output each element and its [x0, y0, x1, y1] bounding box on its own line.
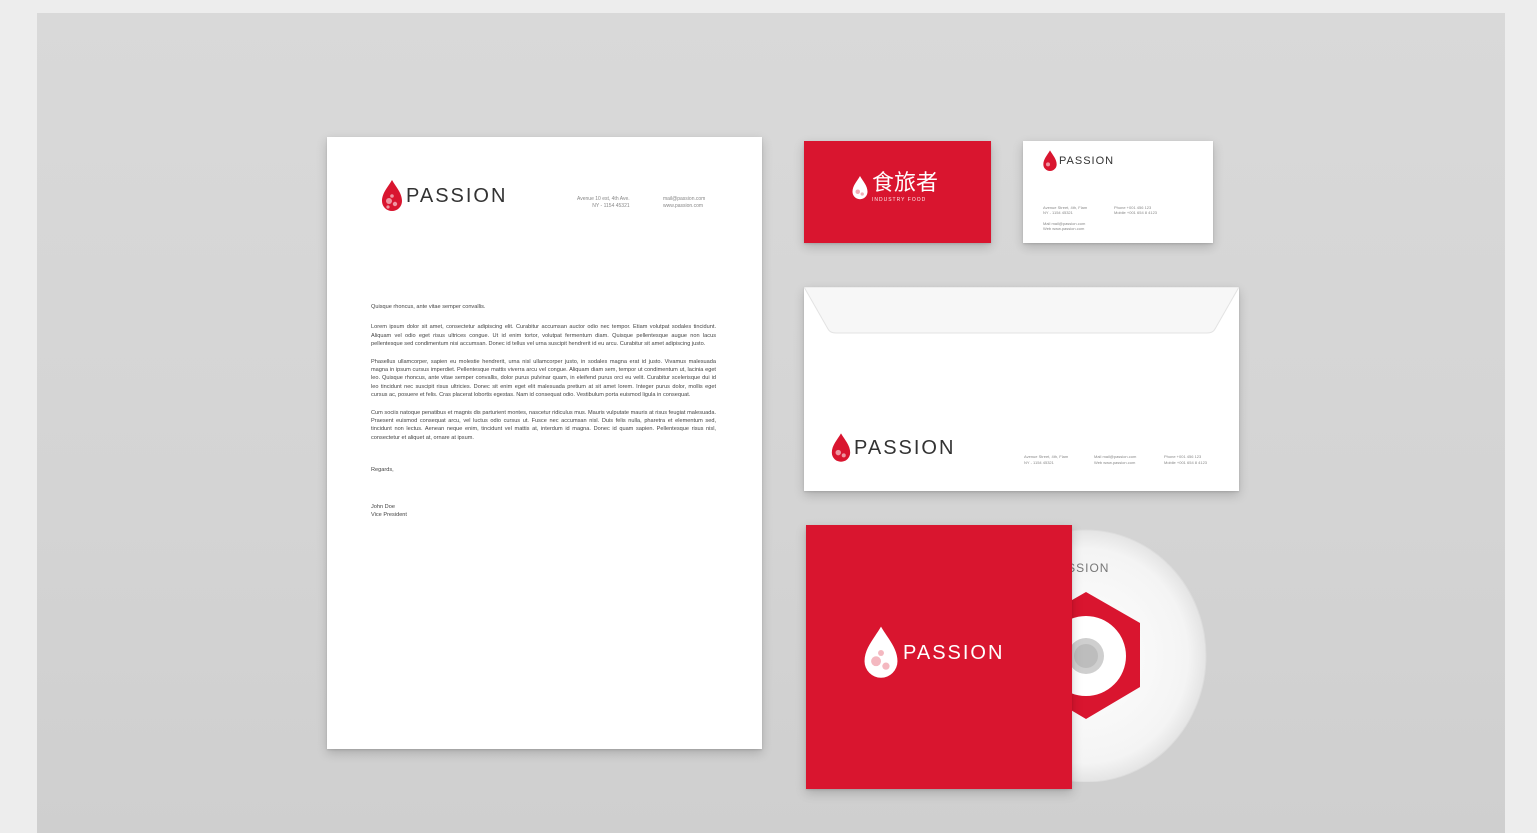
white-card-brand: PASSION [1059, 155, 1115, 167]
letter-paragraph: Cum sociis natoque penatibus et magnis d… [371, 409, 716, 441]
envelope-brand: PASSION [854, 436, 956, 459]
letterhead-address: Avenue 10 est, 4th Ave. NY - 1154 45321 [577, 196, 630, 209]
flame-drop-icon [852, 176, 868, 200]
white-card-phone: Phone +001 456 123 Mobile +001 654 8 412… [1114, 205, 1157, 215]
letter-closing: Regards, [371, 467, 394, 474]
white-card-logo: PASSION [1042, 149, 1114, 173]
cd-sleeve-logo: PASSION [861, 625, 1004, 681]
flame-drop-icon [864, 626, 898, 678]
signer-title: Vice President [371, 512, 407, 519]
cd-sleeve: PASSION [806, 525, 1072, 789]
phone-line: Phone +001 456 123 [1164, 454, 1202, 459]
cd-sleeve-brand: PASSION [903, 641, 1005, 664]
email-line: mail@passion.com [663, 196, 706, 202]
letter-paragraph: Phasellus ullamcorper, sapien eu molesti… [371, 358, 716, 399]
envelope-logo: PASSION [830, 432, 955, 464]
envelope: PASSION Avenue Street, 4th, Flam NY - 11… [804, 287, 1239, 491]
letterhead-logo: PASSION [380, 179, 507, 213]
signer-name: John Doe [371, 503, 395, 510]
white-card-address: Avenue Street, 4th, Flam NY - 1154 45321… [1043, 205, 1087, 231]
website-line: www.passion.com [663, 202, 704, 209]
red-card-logo: 食旅者 INDUSTRY FOOD [851, 173, 938, 203]
website-line: Web www.passion.com [1094, 459, 1136, 465]
flame-drop-icon [382, 180, 402, 211]
background [37, 13, 1505, 833]
letterhead-web: mail@passion.com www.passion.com [663, 196, 705, 209]
letterhead-brand: PASSION [406, 184, 508, 207]
address-line: Avenue 10 est, 4th Ave. [577, 196, 630, 202]
flame-drop-icon [831, 433, 851, 462]
envelope-web: Mail mail@passion.com Web www.passion.co… [1094, 454, 1136, 465]
address-line: NY - 1154 45321 [592, 202, 630, 209]
envelope-phone: Phone +001 456 123 Mobile +001 654 8 412… [1164, 454, 1207, 465]
chinese-brand-sub: INDUSTRY FOOD [872, 197, 927, 203]
mobile-line: Mobile +001 654 8 4123 [1114, 210, 1158, 215]
email-line: Mail mail@passion.com [1094, 454, 1137, 459]
address-line: Avenue Street, 4th, Flam [1024, 454, 1069, 459]
envelope-flap [804, 287, 1239, 334]
business-card-white: PASSION Avenue Street, 4th, Flam NY - 11… [1023, 141, 1213, 243]
letter-salutation: Quisque rhoncus, ante vitae semper conva… [371, 304, 486, 310]
address-line: NY - 1154 45321 [1043, 210, 1073, 215]
business-card-red: 食旅者 INDUSTRY FOOD [804, 141, 991, 243]
website-line: Web www.passion.com [1043, 226, 1085, 231]
letter-body: Quisque rhoncus, ante vitae semper conva… [371, 303, 716, 520]
letterhead-sheet: PASSION Avenue 10 est, 4th Ave. NY - 115… [327, 137, 762, 749]
chinese-brand-name: 食旅者 [872, 171, 939, 196]
flame-drop-icon [1043, 150, 1057, 171]
mobile-line: Mobile +001 654 8 4123 [1164, 459, 1208, 465]
envelope-address: Avenue Street, 4th, Flam NY - 1154 45321 [1024, 454, 1068, 465]
letter-paragraph: Lorem ipsum dolor sit amet, consectetur … [371, 324, 716, 348]
address-line: NY - 1154 45321 [1024, 459, 1054, 465]
